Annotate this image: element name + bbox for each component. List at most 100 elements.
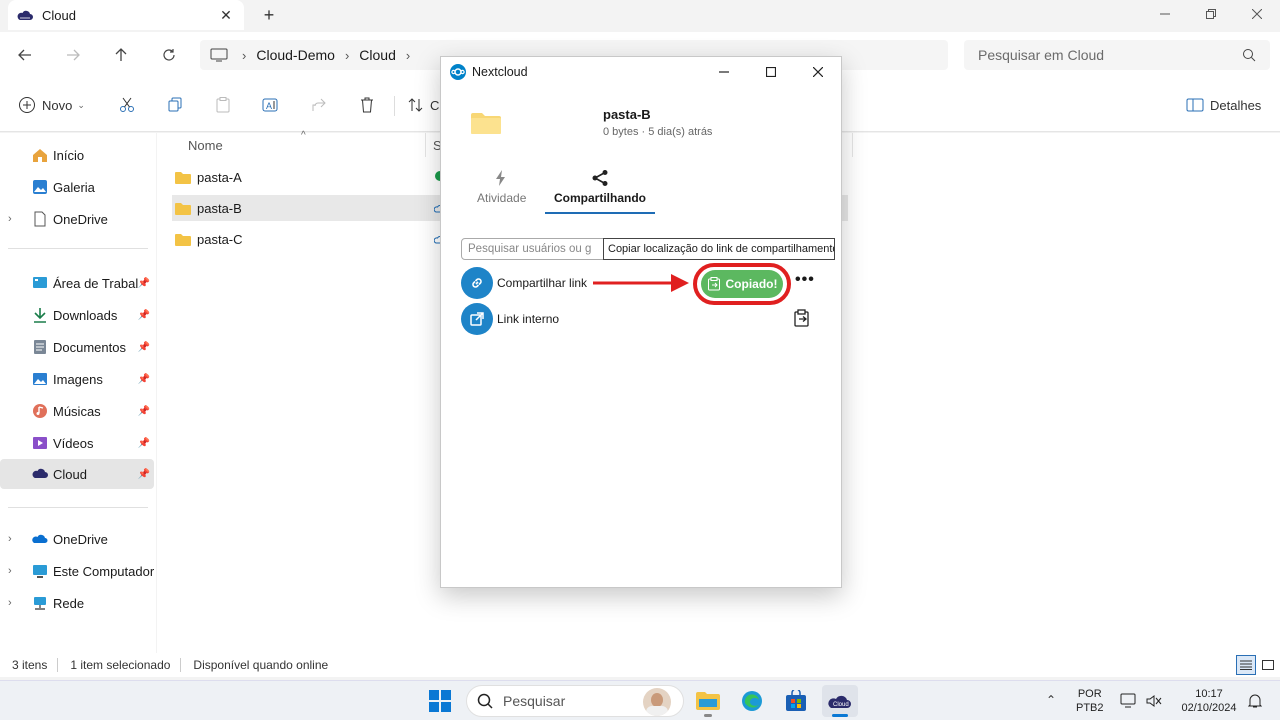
sidebar-item-este-computador[interactable]: › Este Computador xyxy=(0,556,154,586)
clock[interactable]: 10:17 02/10/2024 xyxy=(1172,687,1246,715)
tiles-view-icon xyxy=(1262,660,1274,670)
cloud-icon: Cloud xyxy=(828,695,851,708)
details-view-button[interactable] xyxy=(1236,655,1256,675)
share-link-row[interactable]: Compartilhar link xyxy=(461,267,587,299)
sidebar-item-cloud[interactable]: Cloud 📌 xyxy=(0,459,154,489)
chevron-down-icon: ⌄ xyxy=(77,99,85,110)
red-arrow-annotation xyxy=(593,274,689,292)
nextcloud-maximize-button[interactable] xyxy=(758,61,784,83)
taskbar-store[interactable] xyxy=(778,685,814,717)
language-indicator[interactable]: POR PTB2 xyxy=(1076,687,1104,715)
pin-icon: 📌 xyxy=(137,468,150,480)
svg-text:Cloud: Cloud xyxy=(833,702,849,708)
videos-icon xyxy=(33,437,47,449)
navigation-pane: Início Galeria › OneDrive Área de Trabal… xyxy=(0,133,156,653)
sidebar-item-downloads[interactable]: Downloads 📌 xyxy=(0,300,154,330)
sidebar-item-onedrive-top[interactable]: › OneDrive xyxy=(0,204,154,234)
chevron-right-icon: › xyxy=(8,565,12,577)
tab-close-button[interactable]: ✕ xyxy=(216,7,236,24)
sidebar-item-musicas[interactable]: Músicas 📌 xyxy=(0,396,154,426)
explorer-tab[interactable]: Cloud ✕ xyxy=(8,0,244,30)
paste-button[interactable] xyxy=(212,92,234,118)
more-options-icon[interactable]: ••• xyxy=(795,271,815,289)
sidebar-item-label: Este Computador xyxy=(53,563,154,579)
sort-button[interactable]: C xyxy=(408,92,439,118)
up-button[interactable] xyxy=(108,42,134,68)
chevron-right-icon: › xyxy=(242,47,247,63)
taskbar-cloud-app[interactable]: Cloud xyxy=(822,685,858,717)
active-tab-indicator xyxy=(545,212,655,214)
chevron-up-icon[interactable]: ⌃ xyxy=(1046,693,1056,707)
details-button[interactable]: Detalhes xyxy=(1186,92,1261,118)
status-bar: 3 itens 1 item selecionado Disponível qu… xyxy=(0,653,1280,677)
sidebar-item-onedrive[interactable]: › OneDrive xyxy=(0,524,154,554)
refresh-button[interactable] xyxy=(156,42,182,68)
tab-title: Cloud xyxy=(42,7,76,23)
pin-icon: 📌 xyxy=(137,277,150,289)
pin-icon: 📌 xyxy=(137,341,150,353)
nextcloud-minimize-button[interactable] xyxy=(711,61,737,83)
close-window-button[interactable] xyxy=(1234,0,1280,28)
sidebar-item-label: Documentos xyxy=(53,339,126,355)
tab-activity[interactable]: Atividade xyxy=(477,169,527,205)
arrow-left-icon xyxy=(18,49,31,61)
folder-icon xyxy=(175,202,191,215)
minimize-button[interactable] xyxy=(1142,0,1188,28)
copy-button[interactable] xyxy=(164,92,186,118)
sidebar-item-videos[interactable]: Vídeos 📌 xyxy=(0,428,154,458)
computer-icon xyxy=(33,565,47,578)
internal-link-row[interactable]: Link interno xyxy=(461,303,559,335)
sidebar-item-imagens[interactable]: Imagens 📌 xyxy=(0,364,154,394)
chevron-right-icon: › xyxy=(8,597,12,609)
share-search-input[interactable]: Pesquisar usuários ou g xyxy=(461,238,611,260)
copy-link-button[interactable]: Copiado! xyxy=(701,270,783,298)
close-icon xyxy=(813,67,823,77)
share-button[interactable] xyxy=(308,92,330,118)
breadcrumb-cloud[interactable]: Cloud xyxy=(359,47,396,63)
breadcrumb-cloud-demo[interactable]: Cloud-Demo xyxy=(256,47,335,63)
maximize-icon xyxy=(766,67,776,77)
sidebar-item-label: Imagens xyxy=(53,371,103,387)
sidebar-item-galeria[interactable]: Galeria xyxy=(0,172,154,202)
taskbar-edge[interactable] xyxy=(734,685,770,717)
clipboard-icon[interactable] xyxy=(793,309,811,327)
sidebar-item-inicio[interactable]: Início xyxy=(0,140,154,170)
clipboard-icon xyxy=(707,277,720,291)
tab-activity-label: Atividade xyxy=(477,191,527,205)
sidebar-item-desktop[interactable]: Área de Trabalho 📌 xyxy=(0,268,154,298)
minimize-icon xyxy=(719,71,729,73)
chevron-right-icon: › xyxy=(8,533,12,545)
cut-button[interactable] xyxy=(116,92,138,118)
share-link-label: Compartilhar link xyxy=(497,276,588,290)
new-button[interactable]: Novo ⌄ xyxy=(18,92,85,118)
restore-button[interactable] xyxy=(1188,0,1234,28)
sidebar-item-documentos[interactable]: Documentos 📌 xyxy=(0,332,154,362)
search-highlight-image xyxy=(643,688,671,716)
search-input[interactable]: Pesquisar em Cloud xyxy=(964,40,1270,70)
network-status-icon[interactable] xyxy=(1120,693,1138,709)
search-placeholder: Pesquisar em Cloud xyxy=(978,47,1105,63)
title-bar: Cloud ✕ + xyxy=(0,0,1280,32)
sidebar-item-rede[interactable]: › Rede xyxy=(0,588,154,618)
rename-button[interactable]: A xyxy=(260,92,282,118)
link-icon xyxy=(461,267,493,299)
search-icon xyxy=(477,693,493,709)
chevron-right-icon: › xyxy=(405,47,411,63)
item-count: 3 itens xyxy=(12,658,48,672)
column-header-name[interactable]: Nome xyxy=(188,138,223,153)
taskbar-file-explorer[interactable] xyxy=(690,685,726,717)
tiles-view-button[interactable] xyxy=(1260,657,1276,673)
taskbar-search[interactable]: Pesquisar xyxy=(466,685,684,717)
computer-icon xyxy=(210,48,228,62)
tab-sharing[interactable]: Compartilhando xyxy=(549,169,651,205)
nextcloud-close-button[interactable] xyxy=(805,61,831,83)
back-button[interactable] xyxy=(12,42,38,68)
forward-button[interactable] xyxy=(60,42,86,68)
start-button[interactable] xyxy=(422,685,458,717)
arrow-right-icon xyxy=(67,49,80,61)
delete-button[interactable] xyxy=(356,92,378,118)
bell-icon[interactable] xyxy=(1248,693,1262,709)
volume-mute-icon[interactable] xyxy=(1146,693,1162,709)
new-tab-button[interactable]: + xyxy=(258,4,280,26)
toolbar-divider xyxy=(394,96,395,116)
